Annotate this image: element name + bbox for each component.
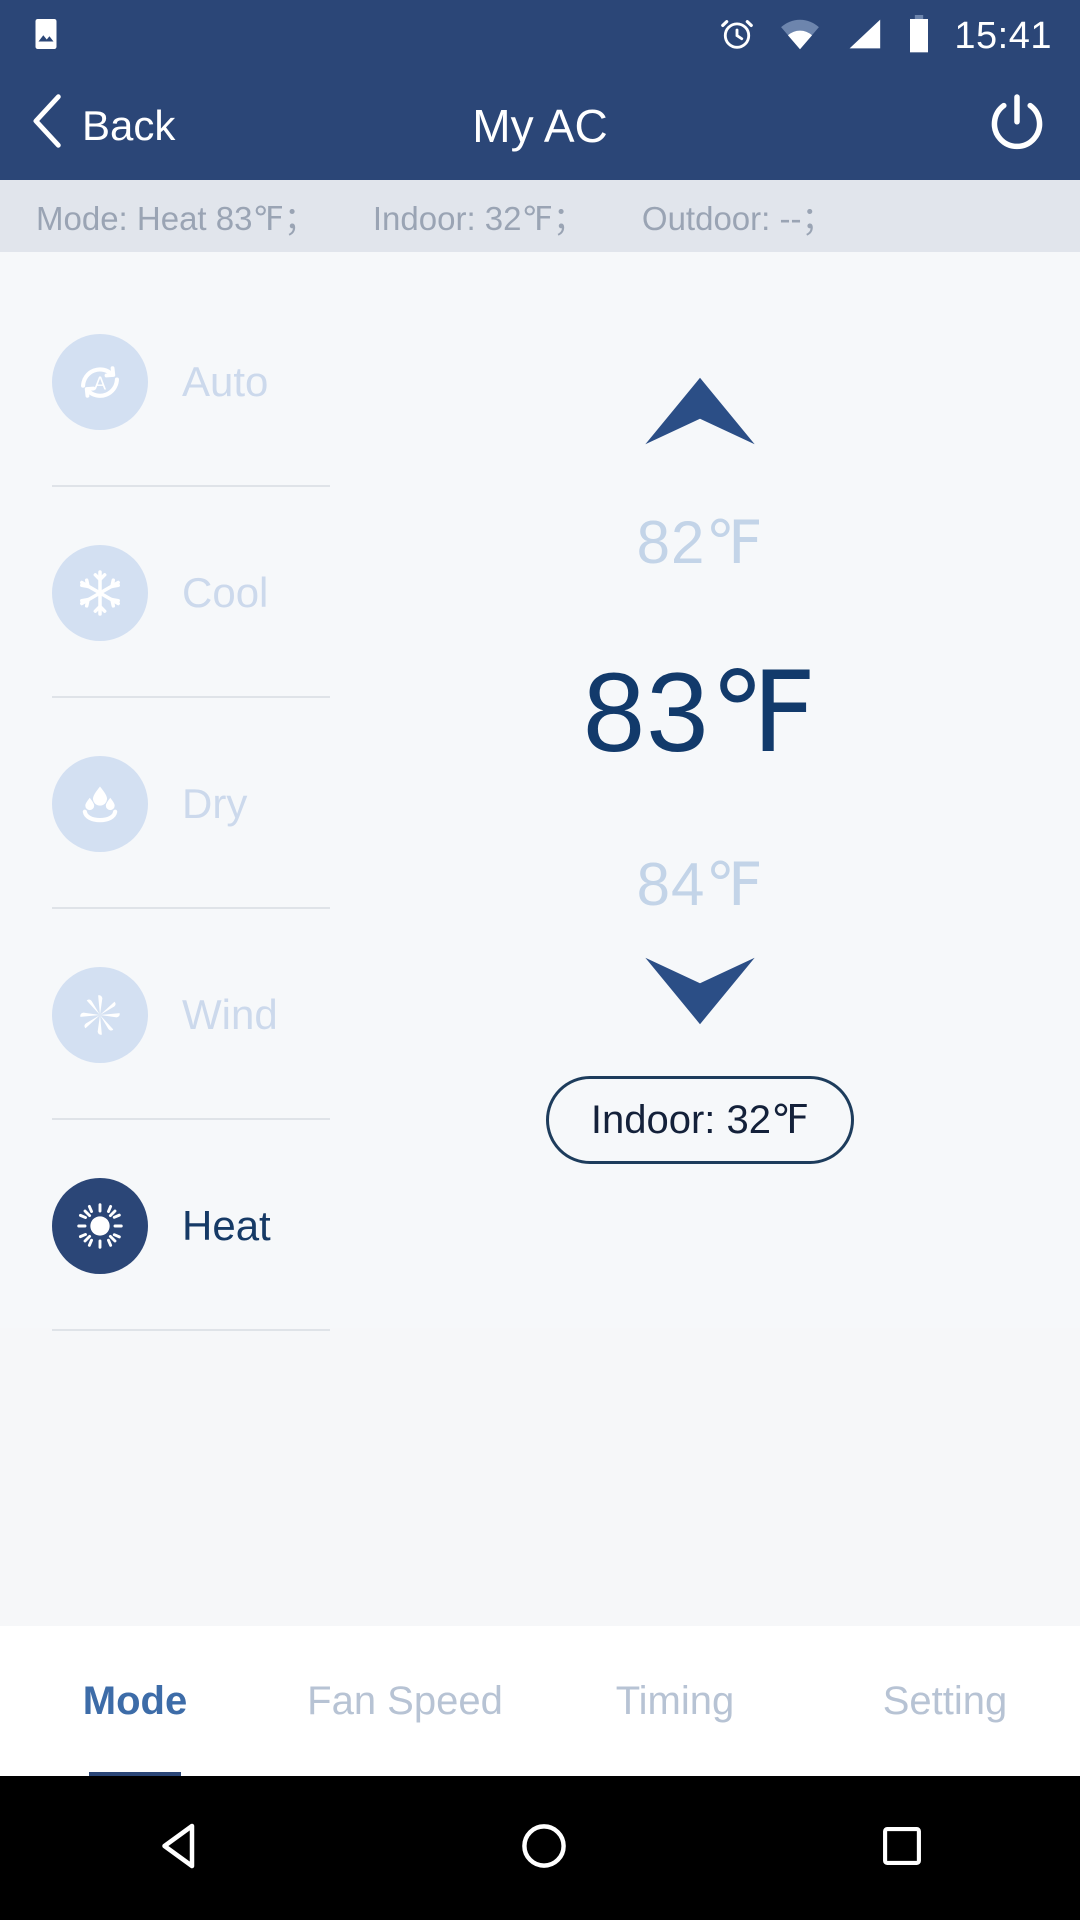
snowflake-icon bbox=[52, 544, 148, 641]
photo-icon bbox=[28, 16, 64, 57]
status-bar-right: 15:41 bbox=[718, 14, 1052, 59]
mode-item-dry[interactable]: Dry bbox=[52, 698, 330, 909]
chevron-up-icon bbox=[645, 377, 755, 445]
tab-mode[interactable]: Mode bbox=[0, 1626, 270, 1776]
android-navigation-bar bbox=[0, 1776, 1080, 1920]
fan-icon bbox=[52, 966, 148, 1063]
power-icon bbox=[991, 93, 1043, 149]
status-bar: 15:41 bbox=[0, 0, 1080, 72]
temperature-down-button[interactable] bbox=[641, 950, 759, 1032]
status-summary-bar: Mode: Heat 83℉； Indoor: 32℉； Outdoor: --… bbox=[0, 180, 1080, 252]
tab-setting[interactable]: Setting bbox=[810, 1626, 1080, 1776]
nav-home-circle-icon[interactable] bbox=[516, 1818, 572, 1879]
nav-recents-square-icon[interactable] bbox=[876, 1820, 928, 1877]
app-bar: Back My AC bbox=[0, 72, 1080, 180]
back-button[interactable]: Back bbox=[30, 93, 175, 159]
main-content: A Auto Cool Dry Wind Heat 82℉ 83℉ 84℉ In… bbox=[0, 252, 1080, 1331]
temperature-current: 83℉ bbox=[582, 650, 818, 775]
back-button-label: Back bbox=[82, 102, 176, 149]
nav-back-triangle-icon[interactable] bbox=[152, 1816, 212, 1881]
chevron-left-icon bbox=[30, 93, 68, 159]
mode-item-label: Auto bbox=[182, 357, 269, 405]
temperature-above: 82℉ bbox=[636, 509, 764, 576]
tab-fan-speed[interactable]: Fan Speed bbox=[270, 1626, 540, 1776]
battery-icon bbox=[906, 14, 932, 59]
tab-timing[interactable]: Timing bbox=[540, 1626, 810, 1776]
summary-indoor: Indoor: 32℉； bbox=[372, 200, 586, 237]
mode-item-auto[interactable]: A Auto bbox=[52, 276, 330, 487]
summary-mode: Mode: Heat 83℉； bbox=[36, 200, 317, 237]
wifi-icon bbox=[778, 16, 822, 57]
mode-item-cool[interactable]: Cool bbox=[52, 487, 330, 698]
divider bbox=[52, 1329, 330, 1331]
alarm-icon bbox=[718, 15, 756, 58]
summary-outdoor: Outdoor: --； bbox=[641, 200, 835, 237]
auto-icon: A bbox=[52, 333, 148, 430]
mode-item-label: Heat bbox=[182, 1201, 271, 1249]
status-bar-clock: 15:41 bbox=[954, 14, 1052, 57]
mode-list: A Auto Cool Dry Wind Heat bbox=[0, 252, 330, 1331]
mode-item-label: Wind bbox=[182, 990, 278, 1038]
svg-text:A: A bbox=[94, 373, 107, 393]
temperature-below: 84℉ bbox=[636, 851, 764, 918]
sun-icon bbox=[52, 1177, 148, 1274]
mode-item-heat[interactable]: Heat bbox=[52, 1120, 330, 1331]
bottom-tab-bar: Mode Fan Speed Timing Setting bbox=[0, 1626, 1080, 1776]
mode-item-label: Cool bbox=[182, 568, 269, 616]
chevron-down-icon bbox=[645, 957, 755, 1025]
status-bar-left bbox=[28, 16, 64, 57]
signal-icon bbox=[844, 16, 884, 57]
temperature-up-button[interactable] bbox=[641, 370, 759, 452]
droplet-icon bbox=[52, 755, 148, 852]
temperature-control: 82℉ 83℉ 84℉ Indoor: 32℉ bbox=[320, 252, 1080, 1328]
power-button[interactable] bbox=[984, 91, 1050, 162]
indoor-temperature-badge[interactable]: Indoor: 32℉ bbox=[545, 1076, 855, 1164]
mode-item-wind[interactable]: Wind bbox=[52, 909, 330, 1120]
mode-item-label: Dry bbox=[182, 779, 248, 827]
